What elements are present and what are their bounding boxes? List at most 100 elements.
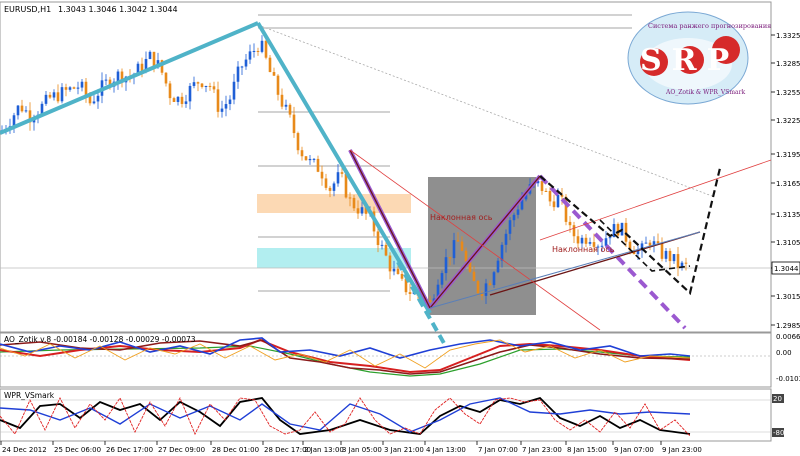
candle bbox=[648, 239, 652, 251]
time-tick-label: 9 Jan 07:00 bbox=[614, 446, 654, 454]
candle bbox=[228, 95, 232, 111]
maroon-line bbox=[349, 149, 431, 309]
time-tick-label: 2 Jan 13:00 bbox=[304, 446, 344, 454]
candle bbox=[92, 95, 96, 105]
candle bbox=[324, 173, 328, 191]
price-tick-label: 1.3195 bbox=[776, 151, 800, 159]
candle bbox=[408, 283, 412, 301]
chart-header-ohlc: 1.3043 1.3046 1.3042 1.3044 bbox=[58, 5, 178, 14]
teal-trend-up bbox=[0, 21, 259, 135]
candle bbox=[248, 44, 252, 64]
candle bbox=[316, 155, 320, 173]
chart-window: Наклонная ось Наклонная ось EURUSD,H1 1.… bbox=[0, 0, 800, 456]
candle bbox=[204, 85, 208, 93]
candle bbox=[320, 165, 324, 186]
candle bbox=[44, 91, 48, 106]
chart-canvas: Наклонная ось Наклонная ось EURUSD,H1 1.… bbox=[0, 1, 800, 454]
candle bbox=[544, 188, 548, 192]
time-tick-label: 26 Dec 17:00 bbox=[106, 446, 153, 454]
candle bbox=[104, 74, 108, 86]
candle bbox=[16, 104, 20, 120]
candle bbox=[668, 248, 672, 270]
candle bbox=[216, 81, 220, 118]
candle bbox=[196, 81, 200, 92]
candle bbox=[56, 84, 60, 104]
candle bbox=[60, 83, 64, 104]
candle bbox=[260, 35, 264, 54]
candle bbox=[268, 54, 272, 73]
candle bbox=[284, 99, 288, 111]
ao-tick-label: -0.01037 bbox=[776, 375, 800, 383]
price-tick-label: 1.3165 bbox=[776, 180, 800, 188]
time-tick-label: 3 Jan 21:00 bbox=[384, 446, 424, 454]
candle bbox=[84, 77, 88, 103]
wpr-tick-label: -80 bbox=[773, 429, 784, 437]
price-tick-label: 1.3015 bbox=[776, 293, 800, 301]
candle bbox=[280, 88, 284, 110]
chart-header-symbol: EURUSD,H1 bbox=[4, 5, 51, 14]
wpr-title: WPR_VSmark bbox=[4, 391, 55, 400]
candle bbox=[680, 260, 684, 271]
current-price-value: 1.3044 bbox=[774, 265, 799, 273]
candle bbox=[244, 53, 248, 70]
candle bbox=[200, 82, 204, 89]
wpr-panel bbox=[0, 396, 771, 437]
candle bbox=[180, 92, 184, 108]
candle bbox=[608, 237, 612, 245]
candle bbox=[220, 100, 224, 118]
time-tick-label: 24 Dec 2012 bbox=[2, 446, 47, 454]
wpr-tick-label: 20 bbox=[773, 395, 782, 403]
price-tick-label: 1.2985 bbox=[776, 322, 800, 330]
candle bbox=[120, 68, 124, 88]
axis-label-1: Наклонная ось bbox=[430, 213, 493, 222]
ao-green-line bbox=[0, 345, 691, 377]
candle bbox=[552, 194, 556, 211]
candle bbox=[208, 82, 212, 91]
candle bbox=[28, 102, 32, 131]
time-tick-label: 9 Jan 23:00 bbox=[662, 446, 702, 454]
time-tick-label: 7 Jan 23:00 bbox=[522, 446, 562, 454]
orange-zone bbox=[257, 194, 411, 213]
wpr-black-line bbox=[0, 396, 691, 435]
wpr-axis: 20 -80 bbox=[772, 394, 784, 437]
candle bbox=[12, 112, 16, 133]
candle bbox=[676, 246, 680, 277]
wpr-panel-frame bbox=[0, 388, 772, 442]
ao-tick-label: 0.00 bbox=[776, 349, 792, 357]
candle bbox=[24, 106, 28, 113]
candle bbox=[540, 181, 544, 195]
candle bbox=[236, 61, 240, 89]
candle bbox=[116, 69, 120, 90]
price-tick-label: 1.3225 bbox=[776, 117, 800, 125]
candle bbox=[308, 155, 312, 165]
red-line bbox=[539, 159, 772, 241]
candle bbox=[164, 72, 168, 87]
candle bbox=[300, 146, 304, 161]
candle bbox=[664, 247, 668, 263]
candle bbox=[336, 164, 340, 187]
time-tick-label: 25 Dec 06:00 bbox=[54, 446, 101, 454]
candle bbox=[192, 76, 196, 89]
candle bbox=[272, 67, 276, 76]
ao-title: AO_Zotik v.8 -0.00184 -0.00128 -0.00029 … bbox=[4, 335, 196, 344]
candle bbox=[48, 92, 52, 99]
candle bbox=[20, 99, 24, 113]
price-tick-label: 1.3135 bbox=[776, 211, 800, 219]
price-tick-label: 1.3285 bbox=[776, 60, 800, 68]
teal-trend-down bbox=[256, 21, 432, 315]
candle bbox=[672, 254, 676, 264]
candle bbox=[212, 81, 216, 94]
candle bbox=[388, 252, 392, 280]
candle bbox=[224, 95, 228, 117]
candle bbox=[52, 89, 56, 101]
candle bbox=[176, 96, 180, 106]
time-tick-label: 28 Dec 01:00 bbox=[212, 446, 259, 454]
candle bbox=[400, 270, 404, 281]
price-tick-label: 1.3105 bbox=[776, 239, 800, 247]
candle bbox=[172, 96, 176, 102]
candle bbox=[660, 237, 664, 262]
logo-main: SRP bbox=[640, 43, 739, 78]
candle bbox=[68, 86, 72, 92]
candle bbox=[572, 221, 576, 244]
candle bbox=[276, 74, 280, 101]
